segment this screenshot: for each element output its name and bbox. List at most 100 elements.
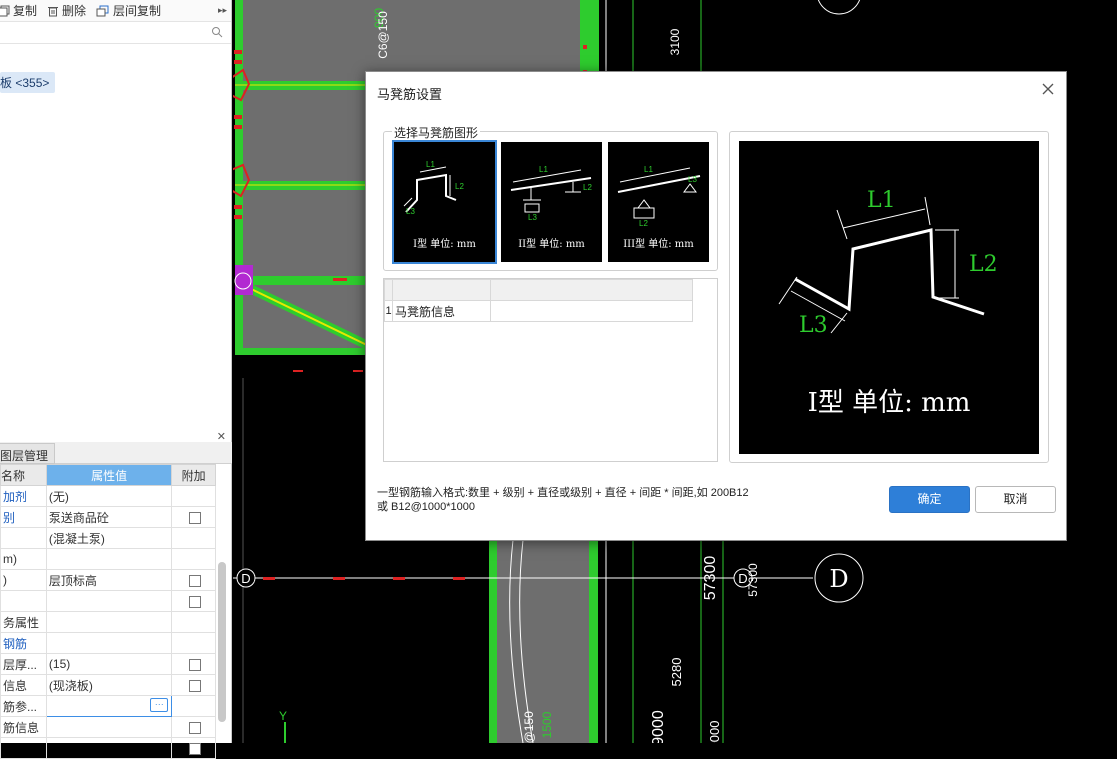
property-extra[interactable] bbox=[171, 674, 216, 696]
extra-checkbox[interactable] bbox=[188, 574, 201, 587]
property-name: 钢筋 bbox=[0, 632, 47, 654]
property-extra bbox=[171, 695, 216, 717]
shape-group-label: 选择马凳筋图形 bbox=[392, 124, 481, 141]
delete-button[interactable]: 删除 bbox=[47, 2, 86, 19]
cancel-button[interactable]: 取消 bbox=[975, 486, 1056, 513]
property-value[interactable] bbox=[45, 737, 173, 759]
extra-checkbox[interactable] bbox=[188, 721, 201, 734]
property-extra[interactable] bbox=[171, 737, 216, 759]
tab-layer-management[interactable]: 图层管理 bbox=[0, 443, 56, 464]
property-name: m) bbox=[0, 548, 47, 570]
info-row-label: 马凳筋信息 bbox=[392, 300, 491, 322]
property-extra[interactable] bbox=[171, 506, 216, 528]
delete-label: 删除 bbox=[62, 4, 87, 18]
info-row-value[interactable] bbox=[490, 300, 693, 322]
dim-57300-a: 57300 bbox=[702, 556, 719, 601]
ellipsis-button[interactable]: ··· bbox=[150, 698, 169, 712]
stool-bar-dialog: 马凳筋设置 选择马凳筋图形 L1 L2 L3 I型 单位: mm L1 L2 L… bbox=[365, 71, 1067, 541]
property-extra bbox=[171, 611, 216, 633]
property-row[interactable]: 别泵送商品砼 bbox=[0, 506, 216, 528]
property-value[interactable]: 泵送商品砼 bbox=[45, 506, 173, 528]
property-extra[interactable] bbox=[171, 653, 216, 675]
property-name: 层厚... bbox=[0, 653, 47, 675]
property-table: 名称 属性值 附加 加剂 (无) 别泵送商品砼 (混凝土泵) m)) 层顶标高 务属性 钢筋层… bbox=[0, 464, 216, 759]
hint-line-1: 一型钢筋输入格式:数里 + 级别 + 直径或级别 + 直径 + 间距 * 间距,… bbox=[377, 487, 749, 499]
shape-caption-2: II型 单位: mm bbox=[518, 239, 585, 250]
property-name bbox=[0, 590, 47, 612]
search-row[interactable] bbox=[0, 22, 231, 44]
property-row[interactable]: 筋参... ··· bbox=[0, 695, 216, 717]
svg-text:L3: L3 bbox=[688, 175, 697, 184]
dim-5280: 5280 bbox=[669, 658, 684, 687]
floor-copy-button[interactable]: 层间复制 bbox=[96, 2, 161, 19]
property-value[interactable]: (15) bbox=[45, 653, 173, 675]
property-extra[interactable] bbox=[171, 590, 216, 612]
tree-item-slab[interactable]: 板 <355> bbox=[0, 72, 56, 93]
property-name: 务属性 bbox=[0, 611, 47, 633]
close-icon[interactable] bbox=[1040, 81, 1056, 97]
axis-bubble-d: D bbox=[829, 565, 848, 593]
vertical-scrollbar[interactable] bbox=[218, 562, 226, 722]
property-name: 别 bbox=[0, 506, 47, 528]
property-extra bbox=[171, 485, 216, 507]
property-value[interactable]: (现浇板) bbox=[45, 674, 173, 696]
shape-option-type-1[interactable]: L1 L2 L3 I型 单位: mm bbox=[392, 140, 497, 264]
shape-option-type-2[interactable]: L1 L2 L3 II型 单位: mm bbox=[501, 142, 602, 262]
property-row[interactable]: 层厚... (15) bbox=[0, 653, 216, 675]
property-row[interactable]: ) 层顶标高 bbox=[0, 569, 216, 591]
info-row[interactable]: 1 马凳筋信息 bbox=[384, 300, 693, 322]
property-row[interactable]: 务属性 bbox=[0, 611, 216, 633]
left-panel: 复制 删除 层间复制 ▸▸ 板 <355> ✕ 图层管理 名称 属性值 附加 加… bbox=[0, 0, 232, 759]
dialog-title: 马凳筋设置 bbox=[377, 87, 443, 102]
info-grid: 1 马凳筋信息 bbox=[383, 278, 718, 462]
property-name: 加剂 bbox=[0, 485, 47, 507]
ok-button[interactable]: 确定 bbox=[889, 486, 970, 513]
stool-type-2-icon: L1 L2 L3 bbox=[510, 165, 592, 222]
shape-preview: L1 L2 L3 I型 单位: mm bbox=[729, 131, 1049, 463]
floor-copy-label: 层间复制 bbox=[113, 4, 162, 18]
property-value[interactable] bbox=[45, 632, 173, 654]
trash-icon bbox=[48, 6, 59, 16]
extra-checkbox[interactable] bbox=[188, 679, 201, 692]
property-value[interactable]: 层顶标高 bbox=[45, 569, 173, 591]
property-row[interactable]: m) bbox=[0, 548, 216, 570]
property-value[interactable] bbox=[45, 716, 173, 738]
property-row[interactable]: 信息 (现浇板) bbox=[0, 674, 216, 696]
extra-checkbox[interactable] bbox=[188, 658, 201, 671]
property-row[interactable]: 钢筋 bbox=[0, 632, 216, 654]
property-value[interactable]: ··· bbox=[45, 695, 173, 717]
svg-text:L3: L3 bbox=[406, 207, 415, 216]
toolbar: 复制 删除 层间复制 ▸▸ bbox=[0, 0, 231, 22]
preview-caption: I型 单位: mm bbox=[808, 388, 971, 418]
preview-canvas: L1 L2 L3 I型 单位: mm bbox=[739, 141, 1039, 454]
extra-checkbox[interactable] bbox=[188, 742, 201, 755]
extra-checkbox[interactable] bbox=[188, 511, 201, 524]
search-icon[interactable] bbox=[211, 26, 223, 38]
svg-text:L2: L2 bbox=[639, 219, 648, 228]
property-extra[interactable] bbox=[171, 716, 216, 738]
hint-line-2: 或 B12@1000*1000 bbox=[377, 501, 476, 513]
svg-text:L2: L2 bbox=[455, 182, 464, 191]
property-value[interactable]: (无) bbox=[45, 485, 173, 507]
col-header-name: 名称 bbox=[0, 464, 47, 486]
extra-checkbox[interactable] bbox=[188, 595, 201, 608]
property-value[interactable] bbox=[45, 611, 173, 633]
property-extra[interactable] bbox=[171, 569, 216, 591]
dim-1500: 1500 bbox=[540, 711, 554, 738]
property-row[interactable] bbox=[0, 737, 216, 759]
col-header-extra: 附加 bbox=[171, 464, 216, 486]
property-row[interactable]: 加剂 (无) bbox=[0, 485, 216, 507]
property-row[interactable]: 筋信息 bbox=[0, 716, 216, 738]
dim-9000-b: 9000 bbox=[707, 721, 722, 743]
copy-button[interactable]: 复制 bbox=[0, 2, 37, 19]
toolbar-more-icon[interactable]: ▸▸ bbox=[218, 5, 227, 16]
property-row[interactable]: (混凝土泵) bbox=[0, 527, 216, 549]
dim-rebar-top: C6@150 bbox=[376, 11, 390, 59]
property-row[interactable] bbox=[0, 590, 216, 612]
col-header-value: 属性值 bbox=[45, 464, 173, 486]
shape-option-type-3[interactable]: L1 L3 L2 III型 单位: mm bbox=[608, 142, 709, 262]
property-extra bbox=[171, 548, 216, 570]
property-value[interactable] bbox=[45, 590, 173, 612]
property-value[interactable] bbox=[45, 548, 173, 570]
property-value[interactable]: (混凝土泵) bbox=[45, 527, 173, 549]
